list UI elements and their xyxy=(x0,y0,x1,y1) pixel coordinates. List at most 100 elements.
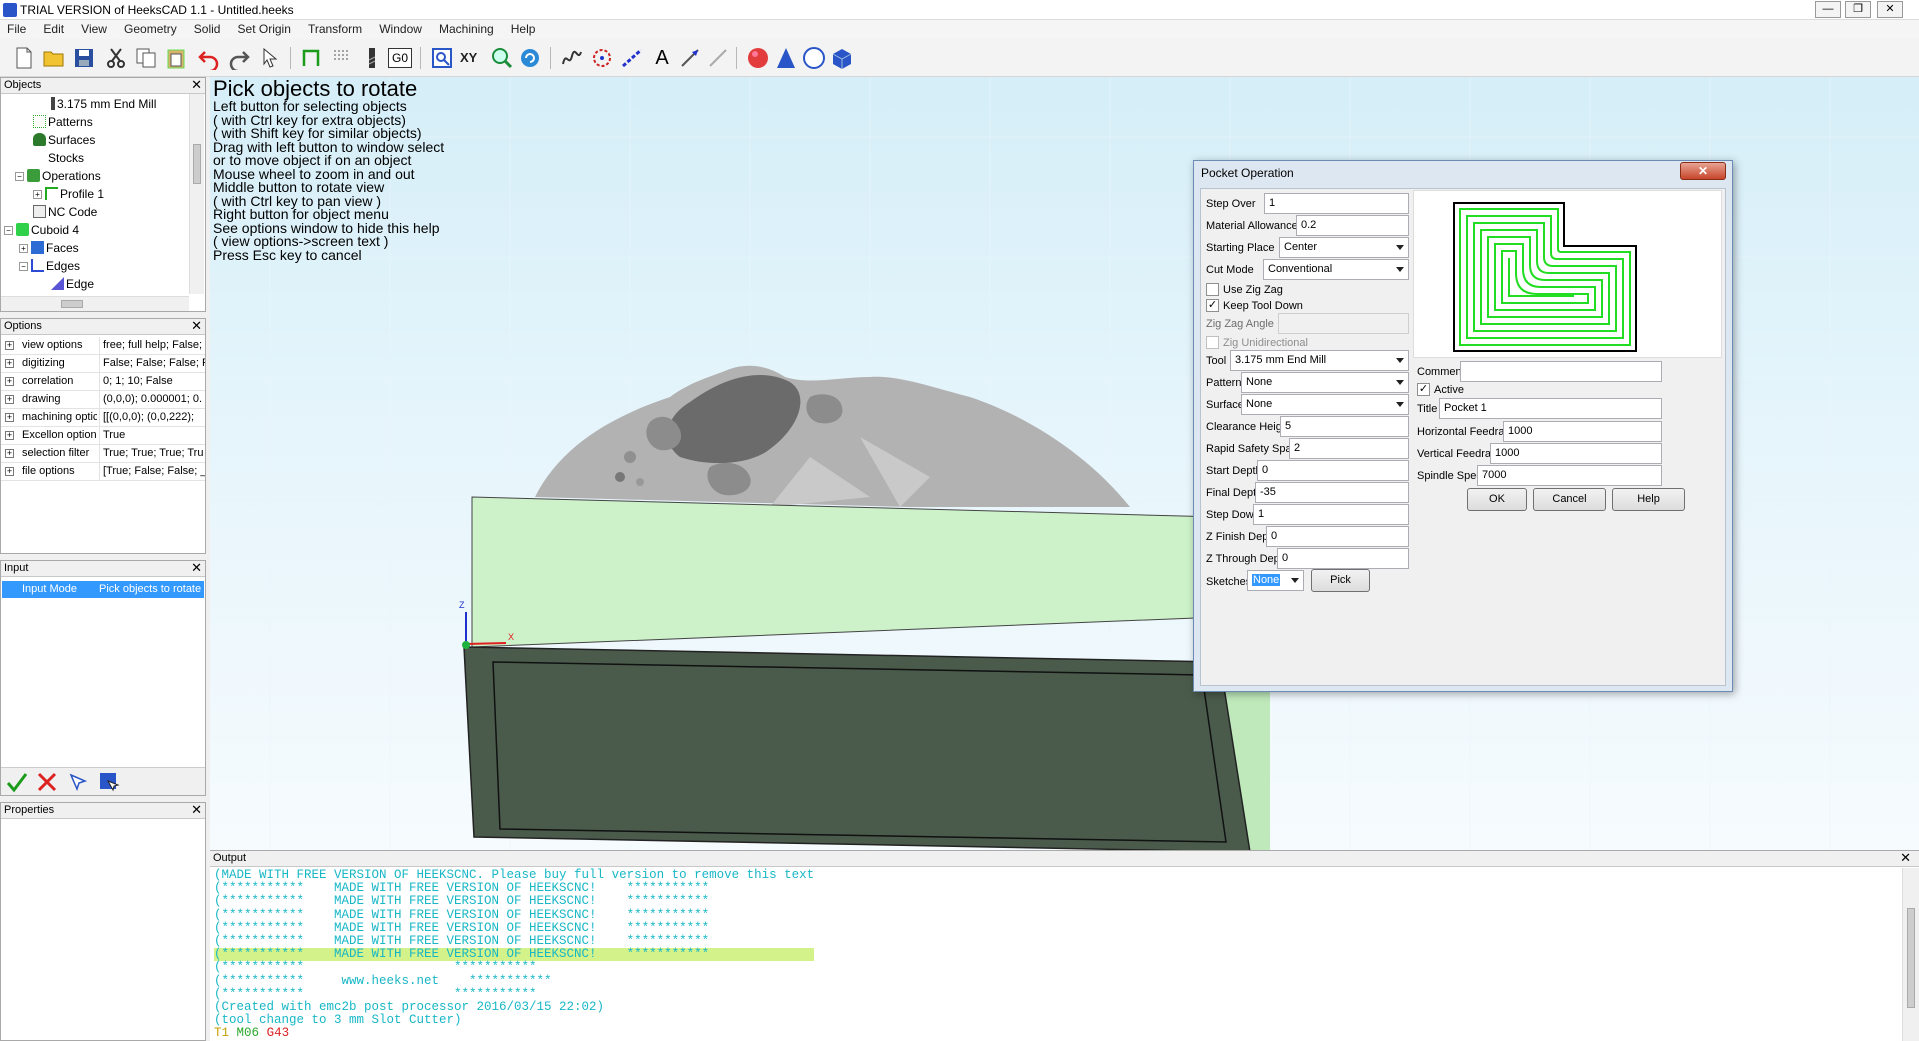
tool-icon[interactable] xyxy=(360,46,384,70)
cylinder-icon[interactable] xyxy=(802,46,826,70)
tree-item-end-mill[interactable]: 3.175 mm End Mill xyxy=(51,95,156,113)
text-tool-icon[interactable]: A xyxy=(650,46,674,70)
step-over-input[interactable]: 1 xyxy=(1264,193,1409,214)
z-through-depth-input[interactable]: 0 xyxy=(1277,548,1409,569)
select-window-icon[interactable] xyxy=(98,771,120,793)
menu-help[interactable]: Help xyxy=(504,20,543,36)
refresh-icon[interactable] xyxy=(518,46,542,70)
expand-icon[interactable]: + xyxy=(19,244,28,253)
pick-arrow-icon[interactable] xyxy=(67,771,89,793)
paste-icon[interactable] xyxy=(164,46,188,70)
spline-icon[interactable] xyxy=(560,46,584,70)
zig-zag-angle-input[interactable] xyxy=(1278,313,1409,334)
circle-points-icon[interactable] xyxy=(590,46,614,70)
expand-icon[interactable]: + xyxy=(5,359,14,368)
tree-item-nc-code[interactable]: NC Code xyxy=(33,203,97,221)
pattern-select[interactable]: None xyxy=(1241,372,1409,393)
option-row[interactable]: + selection filter True; True; True; Tru xyxy=(1,445,205,463)
expand-icon[interactable]: + xyxy=(5,431,14,440)
option-row[interactable]: + correlation 0; 1; 10; False xyxy=(1,373,205,391)
collapse-icon[interactable]: − xyxy=(19,262,28,271)
tree-item-edges[interactable]: − Edges xyxy=(19,257,80,275)
starting-place-select[interactable]: Center xyxy=(1279,237,1409,258)
properties-panel-close-button[interactable]: ✕ xyxy=(191,803,202,817)
scroll-thumb[interactable] xyxy=(193,144,201,184)
comment-input[interactable] xyxy=(1460,361,1662,382)
expand-icon[interactable]: + xyxy=(5,377,14,386)
active-checkbox[interactable]: ✓ xyxy=(1417,383,1430,396)
collapse-icon[interactable]: − xyxy=(4,226,13,235)
cancel-icon[interactable] xyxy=(36,771,58,793)
tree-item-stocks[interactable]: Stocks xyxy=(33,149,84,167)
tree-item-profile-1[interactable]: + Profile 1 xyxy=(33,185,104,203)
cuboid-icon[interactable] xyxy=(830,46,854,70)
rapid-safety-space-input[interactable]: 2 xyxy=(1289,438,1409,459)
option-row[interactable]: + view options free; full help; False; xyxy=(1,337,205,355)
accept-icon[interactable] xyxy=(6,771,28,793)
material-allowance-input[interactable]: 0.2 xyxy=(1296,215,1409,236)
surface-select[interactable]: None xyxy=(1241,394,1409,415)
menu-file[interactable]: File xyxy=(0,20,33,36)
expand-icon[interactable]: + xyxy=(5,467,14,476)
step-down-input[interactable]: 1 xyxy=(1253,504,1409,525)
menu-solid[interactable]: Solid xyxy=(187,20,228,36)
zoom-icon[interactable] xyxy=(490,46,514,70)
objects-panel-close-button[interactable]: ✕ xyxy=(191,78,202,92)
option-row[interactable]: + file options [True; False; False; _ xyxy=(1,463,205,481)
maximize-button[interactable]: ❐ xyxy=(1845,1,1871,18)
tree-item-edge[interactable]: Edge xyxy=(51,275,94,293)
open-folder-icon[interactable] xyxy=(42,46,66,70)
horizontal-feedrate-input[interactable]: 1000 xyxy=(1503,421,1662,442)
menu-window[interactable]: Window xyxy=(372,20,429,36)
measure-icon[interactable] xyxy=(706,46,730,70)
expand-icon[interactable]: + xyxy=(5,413,14,422)
tool-select[interactable]: 3.175 mm End Mill xyxy=(1230,350,1409,371)
tree-item-surfaces[interactable]: Surfaces xyxy=(33,131,95,149)
save-icon[interactable] xyxy=(72,46,96,70)
keep-tool-down-checkbox[interactable]: ✓ xyxy=(1206,299,1219,312)
input-mode-row[interactable]: Input Mode Pick objects to rotate xyxy=(2,581,204,598)
sketches-select[interactable]: None xyxy=(1247,570,1304,591)
close-window-button[interactable]: ✕ xyxy=(1877,1,1903,18)
menu-machining[interactable]: Machining xyxy=(432,20,501,36)
option-row[interactable]: + drawing (0,0,0); 0.000001; 0. xyxy=(1,391,205,409)
expand-icon[interactable]: + xyxy=(5,341,14,350)
help-button[interactable]: Help xyxy=(1612,488,1685,511)
menu-set-origin[interactable]: Set Origin xyxy=(231,20,298,36)
options-panel-close-button[interactable]: ✕ xyxy=(191,319,202,333)
sphere-icon[interactable] xyxy=(746,46,770,70)
dialog-close-button[interactable]: ✕ xyxy=(1680,162,1726,180)
spindle-speed-input[interactable]: 7000 xyxy=(1477,465,1662,486)
collapse-icon[interactable]: − xyxy=(15,172,24,181)
vertical-feedrate-input[interactable]: 1000 xyxy=(1490,443,1662,464)
input-panel-close-button[interactable]: ✕ xyxy=(191,561,202,575)
cut-icon[interactable] xyxy=(104,46,128,70)
zig-unidirectional-checkbox[interactable] xyxy=(1206,336,1219,349)
scroll-thumb[interactable] xyxy=(1907,908,1915,1008)
title-input[interactable]: Pocket 1 xyxy=(1439,398,1662,419)
dimension-icon[interactable] xyxy=(678,46,702,70)
undo-icon[interactable] xyxy=(197,46,221,70)
expand-icon[interactable]: + xyxy=(33,190,42,199)
menu-view[interactable]: View xyxy=(74,20,114,36)
menu-transform[interactable]: Transform xyxy=(301,20,369,36)
new-file-icon[interactable] xyxy=(12,46,36,70)
cancel-button[interactable]: Cancel xyxy=(1533,488,1606,511)
cone-icon[interactable] xyxy=(774,46,798,70)
output-text[interactable]: (MADE WITH FREE VERSION OF HEEKSCNC. Ple… xyxy=(214,868,815,1041)
tree-item-faces[interactable]: + Faces xyxy=(19,239,79,257)
select-pointer-icon[interactable] xyxy=(258,46,282,70)
objects-vertical-scrollbar[interactable] xyxy=(189,94,204,294)
copy-icon[interactable] xyxy=(134,46,158,70)
view-fit-icon[interactable] xyxy=(430,46,454,70)
profile-op-icon[interactable] xyxy=(300,46,324,70)
final-depth-input[interactable]: -35 xyxy=(1255,482,1409,503)
menu-geometry[interactable]: Geometry xyxy=(117,20,184,36)
clearance-height-input[interactable]: 5 xyxy=(1280,416,1409,437)
tree-item-operations[interactable]: − Operations xyxy=(15,167,101,185)
pocket-op-icon[interactable] xyxy=(330,46,354,70)
g0-rapid-button[interactable]: G0 xyxy=(388,48,412,68)
menu-edit[interactable]: Edit xyxy=(36,20,71,36)
ok-button[interactable]: OK xyxy=(1467,488,1527,511)
option-row[interactable]: + Excellon option True xyxy=(1,427,205,445)
